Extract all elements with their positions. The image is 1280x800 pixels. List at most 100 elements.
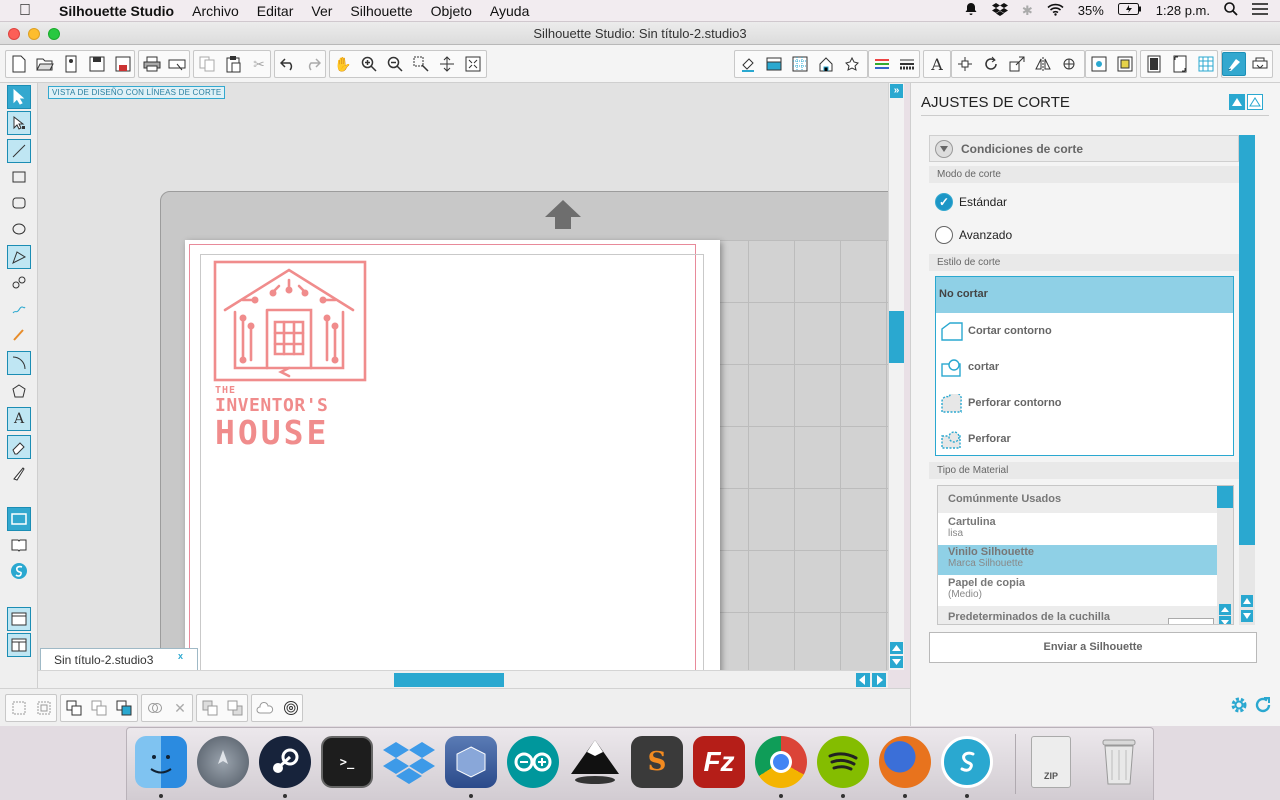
add-material-button[interactable] bbox=[1168, 618, 1214, 624]
panel-expand-icon[interactable] bbox=[1247, 94, 1263, 110]
zoom-select-icon[interactable] bbox=[409, 52, 433, 76]
section-toggle-icon[interactable] bbox=[935, 140, 953, 158]
collapse-panel-chevron-icon[interactable]: » bbox=[890, 84, 903, 98]
fill-pattern-icon[interactable] bbox=[788, 52, 812, 76]
rotate-icon[interactable] bbox=[979, 52, 1003, 76]
notification-icon[interactable] bbox=[964, 2, 978, 19]
material-scroll-up-icon[interactable] bbox=[1219, 604, 1231, 615]
page-area[interactable]: THE INVENTOR'S HOUSE bbox=[185, 240, 720, 670]
zip-archive-icon[interactable]: ZIP bbox=[1031, 736, 1071, 788]
bluetooth-icon[interactable]: ✱ bbox=[1022, 3, 1033, 19]
rectangle-tool-icon[interactable] bbox=[7, 165, 31, 189]
vertical-scroll-thumb[interactable] bbox=[889, 311, 904, 363]
edit-points-tool-icon[interactable] bbox=[7, 111, 31, 135]
redo-icon[interactable] bbox=[301, 52, 325, 76]
offset-icon[interactable] bbox=[1113, 52, 1137, 76]
material-scroll-thumb[interactable] bbox=[1217, 486, 1233, 508]
silhouette-store-icon[interactable] bbox=[7, 559, 31, 583]
battery-icon[interactable] bbox=[1117, 3, 1142, 18]
design-view-icon[interactable] bbox=[7, 507, 31, 531]
clock[interactable]: 1:28 p.m. bbox=[1156, 3, 1210, 18]
align-icon[interactable] bbox=[953, 52, 977, 76]
close-tab-icon[interactable]: x bbox=[178, 651, 183, 661]
scale-icon[interactable] bbox=[1005, 52, 1029, 76]
trash-icon[interactable] bbox=[1093, 736, 1145, 788]
open-folder-icon[interactable] bbox=[33, 52, 57, 76]
material-item-papel[interactable]: Papel de copia (Medio) bbox=[938, 577, 1217, 600]
panel-scroll-down-icon[interactable] bbox=[1241, 610, 1253, 622]
material-item-cartulina[interactable]: Cartulina lisa bbox=[938, 516, 1217, 539]
line-color-icon[interactable] bbox=[870, 52, 894, 76]
trace-icon[interactable] bbox=[1087, 52, 1111, 76]
panel-single-view-icon[interactable] bbox=[7, 607, 31, 631]
save-as-icon[interactable] bbox=[111, 52, 135, 76]
line-tool-icon[interactable] bbox=[7, 139, 31, 163]
release-compound-path-icon[interactable] bbox=[87, 696, 111, 720]
cut-style-no-cortar[interactable]: No cortar bbox=[936, 277, 1233, 313]
replicate-icon[interactable] bbox=[1057, 52, 1081, 76]
curve-tool-icon[interactable] bbox=[7, 271, 31, 295]
send-to-back-icon[interactable] bbox=[223, 696, 247, 720]
dropbox-icon[interactable] bbox=[991, 2, 1008, 19]
horizontal-scroll-thumb[interactable] bbox=[394, 673, 504, 687]
delete-icon[interactable]: ✕ bbox=[168, 696, 192, 720]
radio-estandar[interactable]: ✓ bbox=[935, 193, 953, 211]
registration-marks-icon[interactable] bbox=[1168, 52, 1192, 76]
line-style-icon[interactable] bbox=[814, 52, 838, 76]
page-setup-icon[interactable] bbox=[1142, 52, 1166, 76]
hand-pan-icon[interactable]: ✋ bbox=[331, 52, 355, 76]
save-icon[interactable] bbox=[85, 52, 109, 76]
line-width-icon[interactable] bbox=[895, 52, 919, 76]
undo-icon[interactable] bbox=[276, 52, 300, 76]
scroll-left-arrow-icon[interactable] bbox=[856, 673, 870, 687]
menu-editar[interactable]: Editar bbox=[248, 3, 303, 19]
scroll-down-arrow-icon[interactable] bbox=[890, 656, 903, 668]
cut-style-perforar-contorno[interactable]: Perforar contorno bbox=[936, 386, 1233, 422]
select-tool-icon[interactable] bbox=[7, 85, 31, 109]
library-icon[interactable] bbox=[7, 533, 31, 557]
inkscape-icon[interactable] bbox=[569, 736, 621, 788]
cut-style-perforar[interactable]: Perforar bbox=[936, 422, 1233, 458]
firefox-icon[interactable] bbox=[879, 736, 931, 788]
apple-menu-icon[interactable]:  bbox=[0, 2, 50, 20]
canvas-vertical-scrollbar[interactable]: » bbox=[888, 83, 904, 670]
send-to-silhouette-icon[interactable] bbox=[1248, 52, 1272, 76]
logo-text-block[interactable]: THE INVENTOR'S HOUSE bbox=[215, 386, 375, 450]
grid-icon[interactable] bbox=[1194, 52, 1218, 76]
panel-scroll-thumb[interactable] bbox=[1239, 135, 1255, 545]
arduino-icon[interactable] bbox=[507, 736, 559, 788]
sublime-text-icon[interactable]: S bbox=[631, 736, 683, 788]
text-style-icon[interactable]: A bbox=[925, 52, 949, 76]
cut-style-cortar-contorno[interactable]: Cortar contorno bbox=[936, 314, 1233, 350]
send-backward-icon[interactable] bbox=[198, 696, 222, 720]
rounded-rectangle-tool-icon[interactable] bbox=[7, 191, 31, 215]
ungroup-icon[interactable] bbox=[32, 696, 56, 720]
canvas-horizontal-scrollbar[interactable] bbox=[38, 670, 888, 688]
material-list[interactable]: Comúnmente Usados Cartulina lisa Vinilo … bbox=[937, 485, 1234, 625]
settings-gear-icon[interactable] bbox=[1229, 695, 1249, 718]
polygon-tool-icon[interactable] bbox=[7, 245, 31, 269]
zoom-in-icon[interactable] bbox=[357, 52, 381, 76]
radio-estandar-label[interactable]: Estándar bbox=[959, 195, 1007, 209]
cut-scissors-icon[interactable]: ✂ bbox=[247, 52, 271, 76]
menu-ver[interactable]: Ver bbox=[302, 3, 341, 19]
panel-scroll-up-icon[interactable] bbox=[1241, 595, 1253, 607]
print-cut-icon[interactable] bbox=[165, 52, 189, 76]
regular-polygon-tool-icon[interactable] bbox=[7, 379, 31, 403]
menu-app-name[interactable]: Silhouette Studio bbox=[50, 3, 183, 19]
concentric-offset-icon[interactable] bbox=[279, 696, 303, 720]
smooth-freehand-tool-icon[interactable] bbox=[7, 323, 31, 347]
filezilla-icon[interactable]: Fz bbox=[693, 736, 745, 788]
print-icon[interactable] bbox=[140, 52, 164, 76]
launchpad-icon[interactable] bbox=[197, 736, 249, 788]
menu-archivo[interactable]: Archivo bbox=[183, 3, 248, 19]
cut-style-cortar[interactable]: cortar bbox=[936, 350, 1233, 386]
cloud-shape-icon[interactable] bbox=[253, 696, 277, 720]
chrome-icon[interactable] bbox=[755, 736, 807, 788]
ellipse-tool-icon[interactable] bbox=[7, 217, 31, 241]
new-document-icon[interactable] bbox=[7, 52, 31, 76]
weld-icon[interactable] bbox=[143, 696, 167, 720]
shadow-icon[interactable] bbox=[840, 52, 864, 76]
fit-to-page-icon[interactable] bbox=[461, 52, 485, 76]
send-to-silhouette-button[interactable]: Enviar a Silhouette bbox=[929, 632, 1257, 663]
